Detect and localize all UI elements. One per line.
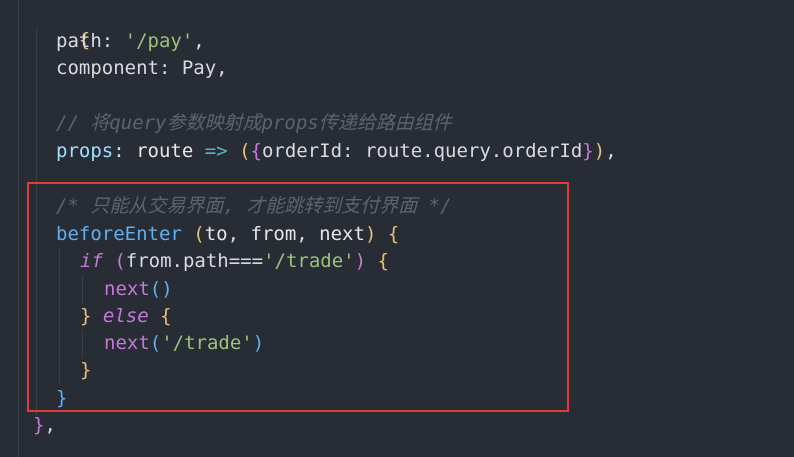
colon: : (101, 30, 125, 52)
props-comment: // 将query参数映射成props传递给路由组件 (56, 112, 452, 134)
code-line-6: props: route => ({orderId: route.query.o… (56, 138, 617, 165)
order-id-value: route.query.orderId (364, 140, 583, 162)
path-key: path (56, 30, 102, 52)
brace-open: { (250, 140, 262, 162)
code-line-16: }, (33, 412, 56, 439)
props-key: props (56, 140, 114, 162)
order-id-key: orderId (261, 140, 343, 162)
colon: : (113, 140, 137, 162)
component-value: Pay (181, 57, 217, 79)
route-param: route (136, 140, 194, 162)
colon: : (342, 140, 365, 162)
paren-open: ( (239, 140, 251, 162)
brace-close: } (582, 140, 594, 162)
path-value: '/pay' (124, 30, 194, 52)
code-line-5: // 将query参数映射成props传递给路由组件 (56, 110, 452, 137)
code-line-2: path: '/pay', (56, 28, 205, 55)
comma: , (605, 140, 617, 162)
comma: , (44, 414, 56, 436)
code-line-3: component: Pay, (56, 55, 228, 82)
paren-close: ) (593, 140, 606, 162)
colon: : (158, 57, 182, 79)
highlight-rectangle (27, 182, 569, 412)
component-key: component (56, 57, 159, 79)
comma: , (193, 30, 205, 52)
brace-close: } (33, 414, 45, 436)
comma: , (216, 57, 228, 79)
arrow-operator: => (193, 140, 240, 162)
code-editor[interactable]: { path: '/pay', component: Pay, // 将quer… (0, 0, 794, 457)
indent-guide-outer (18, 0, 19, 457)
code-line-1: { (33, 0, 90, 51)
